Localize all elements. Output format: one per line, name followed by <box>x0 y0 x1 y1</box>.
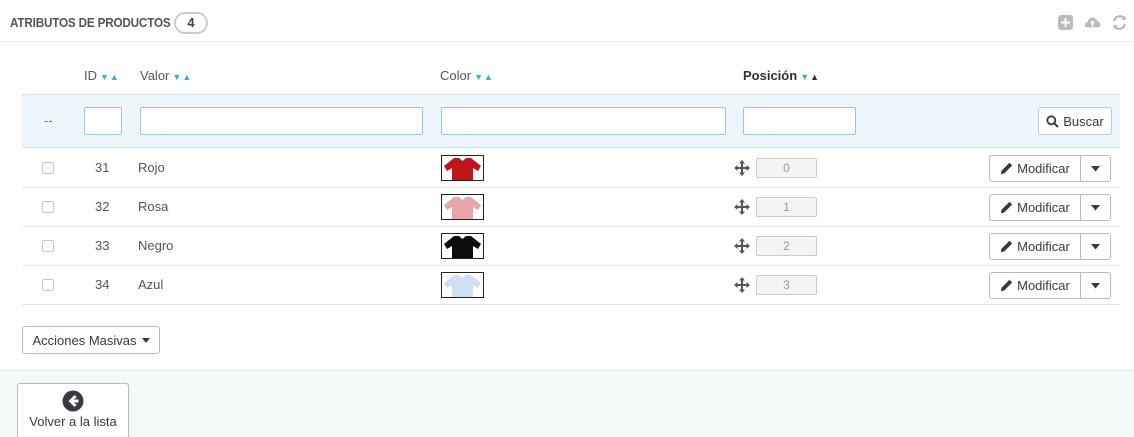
edit-label: Modificar <box>1017 200 1070 215</box>
panel-heading: ATRIBUTOS DE PRODUCTOS 4 <box>0 8 1134 42</box>
column-id[interactable]: ID ▼▲ <box>84 68 120 83</box>
count-badge: 4 <box>174 12 208 34</box>
position-value: 0 <box>756 158 817 178</box>
edit-label: Modificar <box>1017 161 1070 176</box>
column-position-label: Posición <box>743 68 798 83</box>
row-value: Rosa <box>138 199 169 214</box>
table-row: 34 Azul 3 Modificar <box>22 266 1120 305</box>
edit-button[interactable]: Modificar <box>989 194 1081 221</box>
table-row: 33 Negro 2 Modificar <box>22 227 1120 266</box>
panel-footer: Volver a la lista <box>0 370 1134 437</box>
page-title: ATRIBUTOS DE PRODUCTOS <box>10 15 171 30</box>
row-id: 32 <box>95 199 110 214</box>
bulk-actions-button[interactable]: Acciones Masivas <box>22 326 160 354</box>
position-value: 3 <box>756 275 817 295</box>
table-row: 31 Rojo 0 Modificar <box>22 149 1120 188</box>
row-checkbox[interactable] <box>42 162 54 174</box>
search-icon <box>1046 114 1059 128</box>
row-id: 31 <box>95 160 110 175</box>
edit-button[interactable]: Modificar <box>989 155 1081 182</box>
arrow-circle-left-icon <box>62 390 84 412</box>
filter-dash: -- <box>44 113 53 128</box>
move-icon[interactable] <box>734 199 750 215</box>
bulk-actions-label: Acciones Masivas <box>32 332 137 348</box>
table-header: ID ▼▲ Valor ▼▲ Color ▼▲ Posición ▼▲ <box>22 62 1120 92</box>
column-color-label: Color <box>440 68 472 83</box>
column-position[interactable]: Posición ▼▲ <box>743 68 820 83</box>
refresh-icon[interactable] <box>1111 14 1128 31</box>
row-id: 33 <box>95 238 110 253</box>
back-to-list-label: Volver a la lista <box>29 414 117 429</box>
search-button[interactable]: Buscar <box>1038 107 1112 135</box>
sort-icon[interactable]: ▼▲ <box>474 72 494 82</box>
edit-group: Modificar <box>989 194 1111 221</box>
move-icon[interactable] <box>734 160 750 176</box>
edit-dropdown-toggle[interactable] <box>1081 155 1111 182</box>
back-to-list-button[interactable]: Volver a la lista <box>17 383 129 437</box>
sort-icon[interactable]: ▼▲ <box>100 72 120 82</box>
cloud-upload-icon[interactable] <box>1084 14 1101 31</box>
filter-row: -- Buscar <box>22 94 1120 148</box>
column-value-label: Valor <box>140 68 170 83</box>
column-value[interactable]: Valor ▼▲ <box>140 68 192 83</box>
filter-color-input[interactable] <box>441 107 726 135</box>
add-icon[interactable] <box>1057 14 1074 31</box>
caret-down-icon <box>141 337 150 343</box>
search-label: Buscar <box>1063 113 1104 129</box>
edit-button[interactable]: Modificar <box>989 272 1081 299</box>
edit-label: Modificar <box>1017 278 1070 293</box>
row-checkbox[interactable] <box>42 279 54 291</box>
move-icon[interactable] <box>734 238 750 254</box>
row-value: Negro <box>138 238 174 253</box>
row-value: Azul <box>138 277 164 292</box>
edit-group: Modificar <box>989 155 1111 182</box>
column-id-label: ID <box>84 68 97 83</box>
edit-dropdown-toggle[interactable] <box>1081 272 1111 299</box>
row-checkbox[interactable] <box>42 201 54 213</box>
color-swatch <box>441 233 484 259</box>
color-swatch <box>441 194 484 220</box>
position-value: 1 <box>756 197 817 217</box>
row-id: 34 <box>95 277 110 292</box>
caret-down-icon <box>1091 243 1100 249</box>
pencil-icon <box>1000 201 1013 214</box>
filter-id-input[interactable] <box>84 107 122 135</box>
color-swatch <box>441 272 484 298</box>
edit-button[interactable]: Modificar <box>989 233 1081 260</box>
filter-value-input[interactable] <box>140 107 423 135</box>
sort-icon[interactable]: ▼▲ <box>172 72 192 82</box>
toolbar <box>1057 14 1128 31</box>
pencil-icon <box>1000 162 1013 175</box>
position-value: 2 <box>756 236 817 256</box>
column-color[interactable]: Color ▼▲ <box>440 68 494 83</box>
edit-dropdown-toggle[interactable] <box>1081 233 1111 260</box>
color-swatch <box>441 155 484 181</box>
pencil-icon <box>1000 240 1013 253</box>
edit-group: Modificar <box>989 233 1111 260</box>
caret-down-icon <box>1091 165 1100 171</box>
edit-label: Modificar <box>1017 239 1070 254</box>
row-value: Rojo <box>138 160 165 175</box>
caret-down-icon <box>1091 282 1100 288</box>
edit-dropdown-toggle[interactable] <box>1081 194 1111 221</box>
row-checkbox[interactable] <box>42 240 54 252</box>
pencil-icon <box>1000 279 1013 292</box>
filter-position-input[interactable] <box>743 107 856 135</box>
table-row: 32 Rosa 1 Modificar <box>22 188 1120 227</box>
move-icon[interactable] <box>734 277 750 293</box>
caret-down-icon <box>1091 204 1100 210</box>
edit-group: Modificar <box>989 272 1111 299</box>
sort-icon[interactable]: ▼▲ <box>800 72 820 82</box>
